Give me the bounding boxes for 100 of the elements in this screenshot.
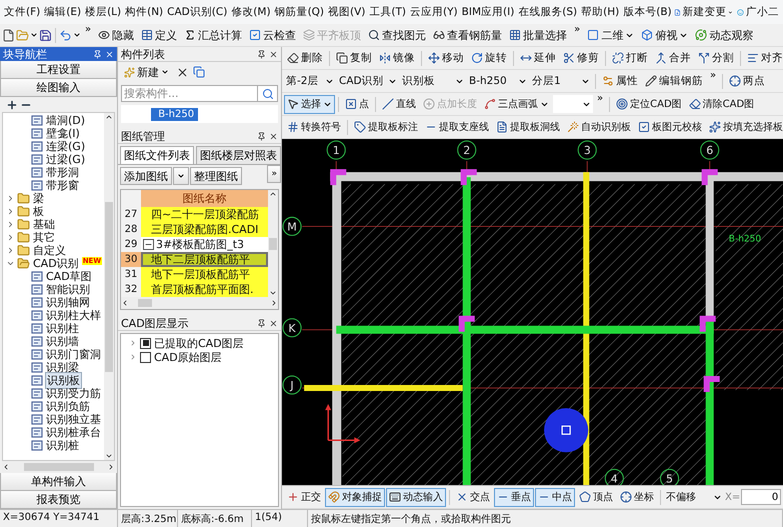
tree-item[interactable]: 过梁(G) xyxy=(45,152,86,167)
toolbar-button[interactable]: 顶点 xyxy=(576,488,616,506)
toolbar-button[interactable]: 动态输入 xyxy=(386,488,446,506)
caret-icon[interactable] xyxy=(73,31,81,39)
toolbar-button[interactable]: 分割 xyxy=(695,48,737,68)
menu-item[interactable]: 楼层(L) xyxy=(83,3,124,21)
toolbar-button[interactable]: 交点 xyxy=(453,488,493,506)
scroll-right-icon[interactable] xyxy=(270,299,278,307)
toolbar-button[interactable]: 镜像 xyxy=(376,48,418,68)
new-file-icon[interactable] xyxy=(2,28,15,42)
dropdown[interactable]: 识别板 xyxy=(400,72,466,90)
menu-item[interactable]: 构件(N) xyxy=(123,3,166,21)
tree-item[interactable]: 壁龛(I) xyxy=(45,126,81,141)
expand-icon[interactable] xyxy=(6,194,15,203)
toolbar-button[interactable]: 云检查 xyxy=(246,26,300,44)
search-field[interactable]: 搜索构件... xyxy=(121,85,258,102)
tree-item[interactable]: 识别墙 xyxy=(45,334,80,349)
cad-canvas[interactable]: 1 2 3 6 M K J 4 5 B-h250 xyxy=(282,139,783,485)
tree-item[interactable]: 识别轴网 xyxy=(45,295,91,310)
toolbar-button[interactable]: 垂点 xyxy=(494,488,534,506)
section-button[interactable]: 报表预览 xyxy=(0,491,117,509)
checkbox[interactable] xyxy=(140,338,151,348)
toolbar-button[interactable]: 清除CAD图 xyxy=(686,94,758,114)
menu-item[interactable]: 视图(V) xyxy=(326,3,368,21)
checkbox[interactable] xyxy=(140,352,151,362)
toolbar-button[interactable]: 提取支座线 xyxy=(422,118,492,136)
table-cell[interactable]: 四~二十一层顶梁配筋 xyxy=(141,207,268,222)
toolbar-button[interactable]: 移动 xyxy=(425,48,467,68)
overflow-button[interactable]: » xyxy=(707,70,720,81)
menu-item[interactable]: BIM应用(I) xyxy=(460,3,516,21)
save-icon[interactable] xyxy=(39,28,52,42)
toolbar-button[interactable]: 汇总计算 xyxy=(181,26,246,44)
tree-item[interactable]: 识别柱 xyxy=(45,321,80,336)
menu-item[interactable]: 版本号(B) xyxy=(621,3,674,21)
expand-icon[interactable] xyxy=(6,246,15,255)
tree-item[interactable]: 自定义 xyxy=(32,243,67,258)
copy-icon[interactable] xyxy=(193,66,205,78)
toolbar-button[interactable]: 俯视 xyxy=(638,26,692,44)
table-cell[interactable]: 地下二层顶板配筋平 xyxy=(141,252,268,267)
toolbar-button[interactable]: 选择 xyxy=(284,94,335,114)
tab[interactable]: 图纸楼层对照表 xyxy=(196,146,281,164)
tree-item[interactable]: 带形窗 xyxy=(45,178,80,193)
tree-item[interactable]: CAD识别 xyxy=(32,256,80,271)
scroll-up-icon[interactable] xyxy=(105,113,113,121)
scrollbar-thumb[interactable] xyxy=(105,202,113,372)
organize-drawing-button[interactable]: 整理图纸 xyxy=(190,167,242,185)
toolbar-button[interactable]: 对齐 xyxy=(744,48,783,68)
toolbar-button[interactable]: 提取板洞线 xyxy=(493,118,563,136)
scrollbar-thumb[interactable] xyxy=(24,463,94,471)
toolbar-button[interactable]: 转换符号 xyxy=(284,118,344,136)
section-button[interactable]: 单构件输入 xyxy=(0,473,117,491)
toolbar-button[interactable]: 板图元校核 xyxy=(635,118,705,136)
dropdown[interactable]: 不偏移 xyxy=(664,488,724,506)
scrollbar[interactable] xyxy=(268,190,278,297)
close-icon[interactable] xyxy=(269,132,278,140)
scroll-up-icon[interactable] xyxy=(269,190,277,198)
toolbar-button[interactable]: 删除 xyxy=(284,48,326,68)
toolbar-button[interactable]: 定义 xyxy=(138,26,180,44)
scrollbar-thumb[interactable] xyxy=(269,238,277,250)
menu-item[interactable]: 在线服务(S) xyxy=(516,3,580,21)
expand-icon[interactable] xyxy=(6,207,15,216)
close-icon[interactable] xyxy=(269,318,278,328)
coordinate-input[interactable]: 0 xyxy=(741,489,782,505)
collapse-icon[interactable] xyxy=(143,239,154,250)
scrollbar[interactable] xyxy=(2,461,115,473)
menu-item[interactable]: 文件(F) xyxy=(2,3,42,21)
menu-item[interactable]: 编辑(E) xyxy=(42,3,84,21)
tree-item[interactable]: 识别柱大样 xyxy=(45,308,102,323)
new-button[interactable]: 新建 xyxy=(121,62,172,82)
toolbar-button[interactable]: 批量选择 xyxy=(506,26,570,44)
tree-item[interactable]: 带形洞 xyxy=(45,165,80,180)
dropdown[interactable]: B-h250 xyxy=(467,72,529,90)
menu-item[interactable]: 新建变更 xyxy=(680,3,728,21)
toolbar-button[interactable]: 打断 xyxy=(609,48,651,68)
toolbar-button[interactable]: 编辑钢筋 xyxy=(642,72,706,90)
tree-item[interactable]: 墙洞(D) xyxy=(45,113,86,128)
tree-item[interactable]: CAD草图 xyxy=(45,269,93,284)
toolbar-button[interactable]: 对象捕捉 xyxy=(325,488,385,506)
menu-item[interactable]: 广小二 xyxy=(744,3,781,21)
pin-icon[interactable] xyxy=(257,50,266,58)
toolbar-button[interactable]: 合并 xyxy=(652,48,694,68)
toolbar-button[interactable]: 按填充选择板 xyxy=(706,118,783,136)
search-button[interactable] xyxy=(258,85,278,102)
scrollbar[interactable] xyxy=(121,297,278,309)
undo-icon[interactable] xyxy=(59,28,72,42)
toolbar-button[interactable]: 中点 xyxy=(535,488,575,506)
tree-item[interactable]: 识别梁 xyxy=(45,360,80,375)
pin-icon[interactable] xyxy=(257,318,266,328)
toolbar-button[interactable]: 旋转 xyxy=(468,48,510,68)
toolbar-button[interactable]: 坐标 xyxy=(617,488,657,506)
table-cell[interactable]: 首层顶板配筋平面图. xyxy=(141,282,268,297)
toolbar-button[interactable]: 属性 xyxy=(599,72,641,90)
toolbar-button[interactable]: 三点画弧 xyxy=(481,94,552,114)
scroll-left-icon[interactable] xyxy=(121,299,129,307)
toolbar-button[interactable]: 修剪 xyxy=(560,48,602,68)
dropdown[interactable]: 分层1 xyxy=(530,72,592,90)
toolbar-button[interactable]: 复制 xyxy=(333,48,375,68)
scrollbar-thumb[interactable] xyxy=(138,299,152,307)
table-cell[interactable]: 三层顶梁配筋图.CADI xyxy=(141,222,268,237)
tree-item[interactable]: 识别桩 xyxy=(45,438,80,453)
